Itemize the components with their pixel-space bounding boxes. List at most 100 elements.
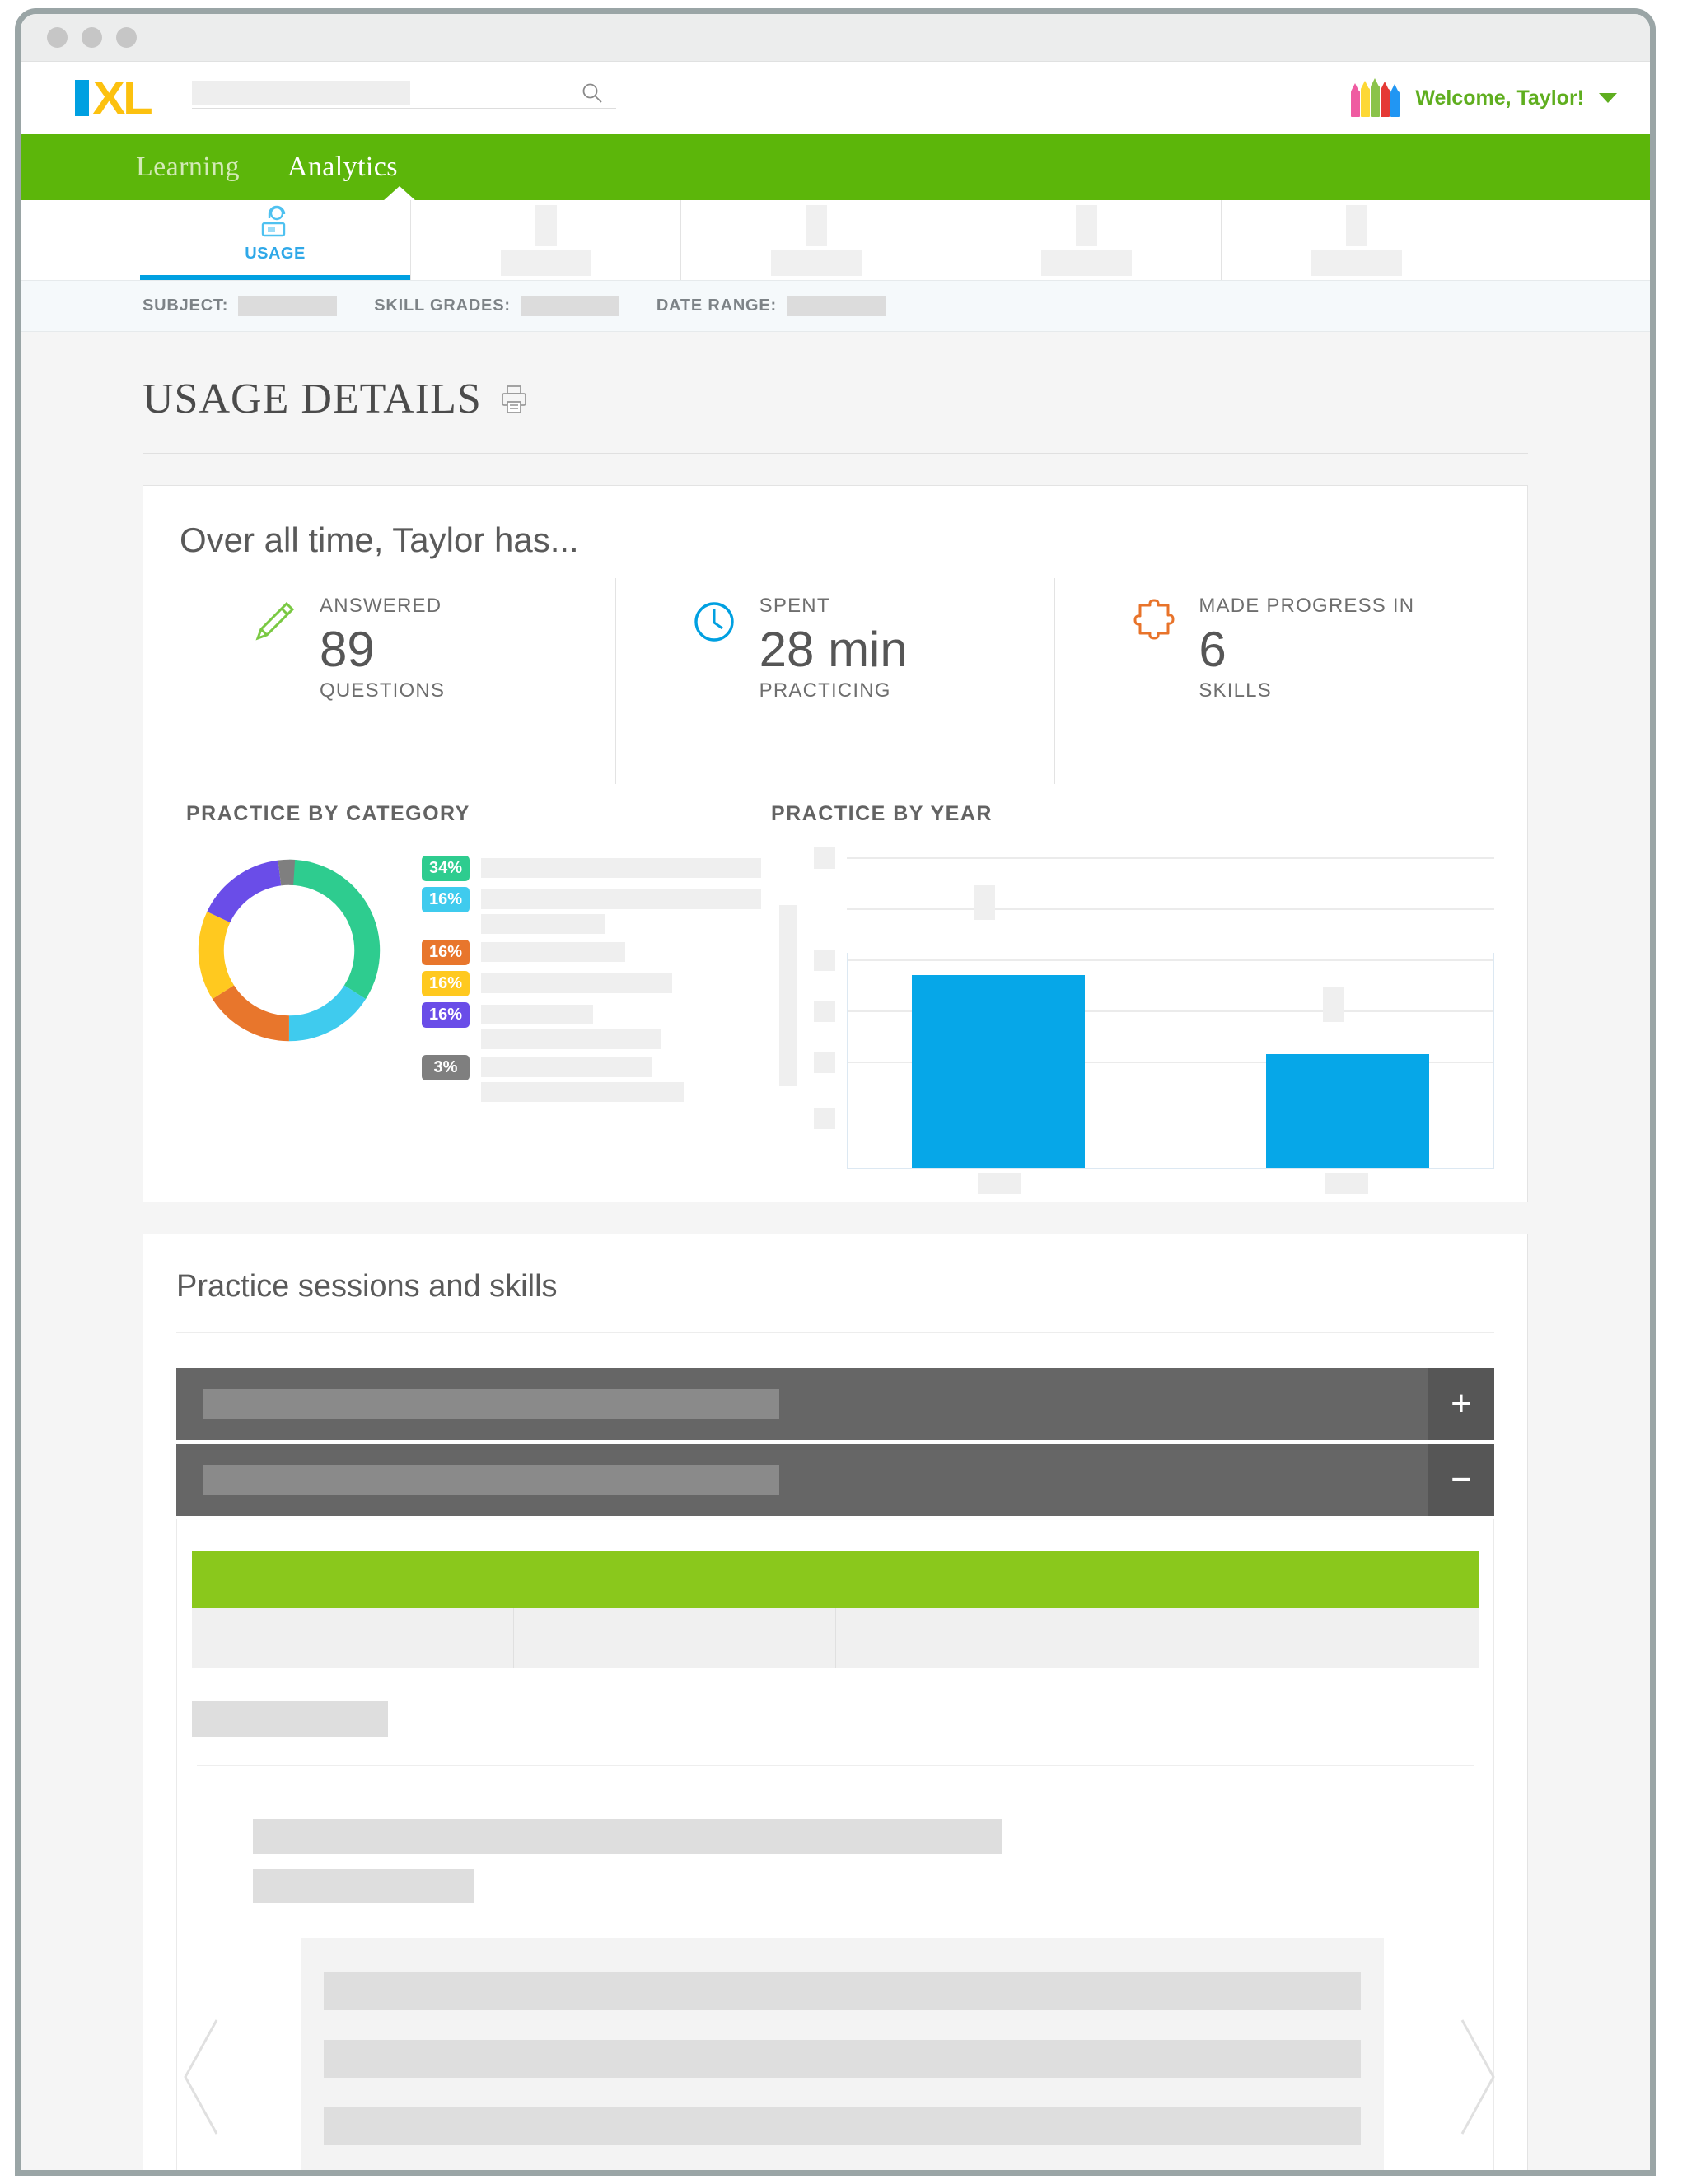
- stat-progress-top: MADE PROGRESS IN: [1199, 595, 1415, 617]
- legend-item[interactable]: 3%: [422, 1055, 761, 1102]
- subtab-3[interactable]: [680, 200, 951, 280]
- browser-window: XL Welcome, Taylor! Learning Analytics U…: [15, 8, 1656, 2176]
- legend-item[interactable]: 16%: [422, 940, 761, 965]
- search-icon[interactable]: [582, 82, 603, 104]
- subtab-usage[interactable]: USAGE: [140, 200, 410, 280]
- filter-date-range[interactable]: DATE RANGE:: [657, 296, 886, 316]
- accordion-body: [176, 1519, 1494, 2176]
- clock-icon: [694, 602, 734, 642]
- y-axis-title-redacted: [779, 905, 797, 1086]
- search-input[interactable]: [191, 79, 616, 109]
- stat-progress-text: MADE PROGRESS IN 6 SKILLS: [1199, 595, 1414, 702]
- printer-icon[interactable]: [500, 385, 528, 414]
- filter-date-range-label: DATE RANGE:: [656, 296, 778, 315]
- practice-by-year-title: PRACTICE BY YEAR: [771, 802, 993, 825]
- panel-line-redacted: [324, 2175, 1070, 2176]
- legend-label-redacted-4a: [481, 973, 673, 993]
- session-subheading-redacted: [192, 1701, 388, 1737]
- legend-label-redacted-5a: [481, 1005, 594, 1024]
- subtab-5-icon-redacted: [1345, 205, 1367, 246]
- legend-badge-2: 16%: [422, 887, 470, 912]
- stat-answered-bottom: QUESTIONS: [320, 679, 446, 702]
- table-column-header-redacted: [1157, 1608, 1479, 1668]
- panel-line-redacted: [324, 1972, 1361, 2010]
- subtab-2-label-redacted: [500, 250, 591, 276]
- legend-badge-6: 3%: [422, 1055, 470, 1080]
- session-paragraph-redacted: [253, 1869, 474, 1903]
- subtab-3-label-redacted: [770, 250, 862, 276]
- window-maximize-dot[interactable]: [116, 27, 137, 48]
- chevron-left-icon[interactable]: [177, 2015, 223, 2139]
- bar-year-1[interactable]: [912, 975, 1085, 1168]
- legend-label-redacted-6b: [481, 1082, 684, 1102]
- stats-row: ANSWERED 89 QUESTIONS SPENT 28 min PRACT…: [176, 578, 1494, 784]
- filter-skill-grades-label: SKILL GRADES:: [374, 296, 511, 315]
- crayon-green: [1371, 78, 1381, 117]
- y-tick-label-redacted: [814, 1052, 835, 1073]
- bar-year-2[interactable]: [1266, 1054, 1429, 1168]
- logo-xl-text: XL: [92, 72, 152, 124]
- filter-subject[interactable]: SUBJECT:: [143, 296, 338, 316]
- legend-label-redacted-3a: [481, 942, 626, 962]
- analytics-subtabs: USAGE: [21, 200, 1650, 280]
- page-title-row: USAGE DETAILS: [21, 332, 1650, 423]
- legend-item[interactable]: 16%: [422, 1002, 761, 1049]
- sessions-divider: [176, 1332, 1494, 1333]
- nav-active-notch: [383, 186, 416, 201]
- donut-chart: [198, 859, 381, 1042]
- legend-badge-1: 34%: [422, 856, 470, 881]
- accordion-title-redacted: [203, 1389, 779, 1419]
- accordion-row-collapsed[interactable]: +: [176, 1368, 1494, 1440]
- legend-label-redacted-5b: [481, 1029, 661, 1049]
- title-divider: [143, 453, 1528, 454]
- legend-item[interactable]: 34%: [422, 856, 762, 881]
- stat-progress-value: 6: [1199, 622, 1227, 677]
- table-column-header-redacted: [512, 1608, 835, 1668]
- accordion-expand-button[interactable]: +: [1428, 1368, 1494, 1440]
- subtab-5-label-redacted: [1311, 250, 1402, 276]
- filter-skill-grades[interactable]: SKILL GRADES:: [374, 296, 619, 316]
- table-column-header-redacted: [192, 1608, 513, 1668]
- subtab-4-label-redacted: [1040, 250, 1132, 276]
- window-minimize-dot[interactable]: [82, 27, 102, 48]
- charts-row: PRACTICE BY CATEGORY 34% 16% 16% 16% 16%…: [176, 802, 1494, 1194]
- x-tick-label-redacted: [978, 1173, 1021, 1194]
- legend-label-redacted-6a: [481, 1057, 652, 1077]
- window-titlebar: [21, 14, 1650, 62]
- accordion-collapse-button[interactable]: −: [1428, 1444, 1494, 1516]
- stat-spent: SPENT 28 min PRACTICING: [615, 578, 1055, 784]
- gridline: [847, 857, 1494, 859]
- chevron-right-icon[interactable]: [1456, 2015, 1502, 2139]
- chevron-down-icon[interactable]: [1599, 93, 1617, 103]
- primary-nav: Learning Analytics: [21, 134, 1650, 201]
- subtab-4-icon-redacted: [1075, 205, 1097, 246]
- panel-line-redacted: [324, 2107, 1361, 2145]
- bar-chart: [779, 847, 1494, 1194]
- legend-item[interactable]: 16%: [422, 887, 762, 934]
- subtab-2[interactable]: [410, 200, 680, 280]
- nav-item-analytics[interactable]: Analytics: [287, 152, 398, 183]
- student-at-computer-icon: [261, 205, 286, 237]
- filter-skill-grades-value-redacted[interactable]: [520, 296, 619, 316]
- stat-answered: ANSWERED 89 QUESTIONS: [176, 578, 615, 784]
- crayon-yellow: [1361, 81, 1371, 117]
- subtab-4[interactable]: [951, 200, 1221, 280]
- subtab-active-underline: [140, 275, 410, 280]
- subtab-usage-label: USAGE: [245, 245, 306, 263]
- subtab-5[interactable]: [1221, 200, 1491, 280]
- crayons-avatar: [1351, 78, 1400, 117]
- puzzle-piece-icon: [1133, 599, 1175, 640]
- ixl-logo[interactable]: XL: [75, 72, 153, 124]
- practice-by-category-chart: PRACTICE BY CATEGORY 34% 16% 16% 16% 16%…: [176, 802, 762, 1169]
- x-tick-label-redacted: [1325, 1173, 1368, 1194]
- filter-date-range-value-redacted[interactable]: [787, 296, 886, 316]
- filter-subject-value-redacted[interactable]: [238, 296, 338, 316]
- welcome-label: Welcome, Taylor!: [1415, 86, 1584, 110]
- user-menu[interactable]: Welcome, Taylor!: [1351, 78, 1617, 117]
- nav-item-learning[interactable]: Learning: [136, 152, 240, 183]
- subtab-2-icon-redacted: [535, 205, 557, 246]
- search-container: [191, 79, 616, 117]
- window-close-dot[interactable]: [47, 27, 68, 48]
- legend-item[interactable]: 16%: [422, 971, 761, 996]
- accordion-row-expanded[interactable]: −: [176, 1444, 1494, 1516]
